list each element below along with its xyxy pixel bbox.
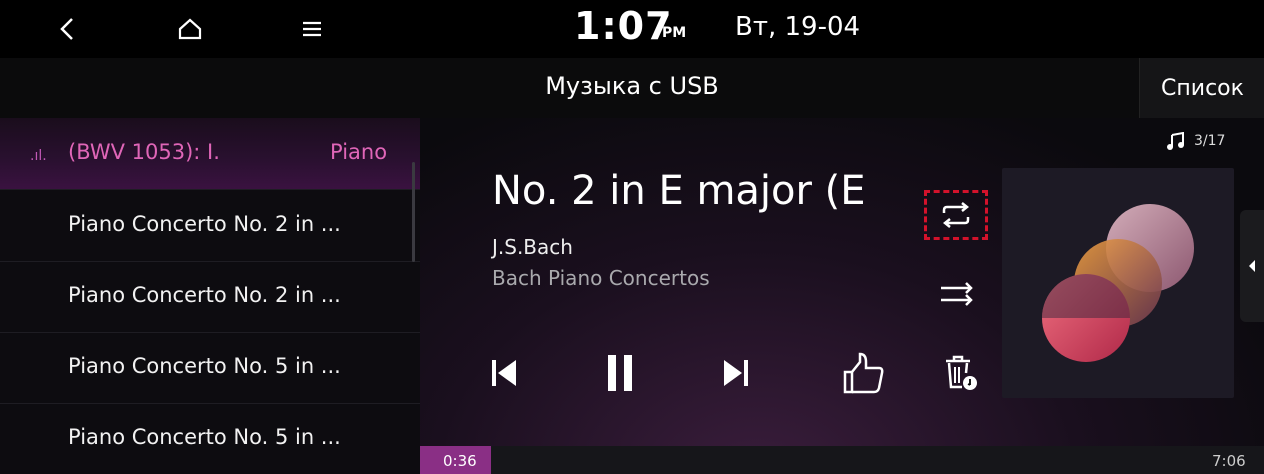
previous-button[interactable] — [474, 343, 534, 403]
playlist-item-label: Piano Concerto No. 5 in ... — [68, 354, 341, 378]
playlist-item-label: Piano Concerto No. 5 in ... — [68, 425, 341, 449]
playlist-item-label: Piano Concerto No. 2 in ... — [68, 283, 341, 307]
delete-icon — [946, 355, 977, 390]
like-button[interactable] — [834, 343, 894, 403]
side-panel-toggle[interactable] — [1240, 210, 1264, 322]
clock-ampm: PM — [662, 25, 687, 41]
repeat-icon — [942, 202, 970, 228]
back-icon[interactable] — [48, 12, 88, 46]
playlist-current-item[interactable]: .ıl. (BWV 1053): I. Piano — [0, 118, 420, 190]
album-name: Bach Piano Concertos — [492, 266, 710, 290]
list-button[interactable]: Список — [1139, 58, 1264, 118]
track-counter: 3/17 — [1166, 132, 1225, 150]
playlist-item[interactable]: Piano Concerto No. 2 in ... — [0, 190, 420, 262]
menu-icon[interactable] — [292, 12, 332, 46]
album-art — [1002, 168, 1234, 398]
playlist-item[interactable]: Piano Concerto No. 2 in ... — [0, 261, 420, 333]
pause-button[interactable] — [590, 343, 650, 403]
current-item-title: (BWV 1053): I. — [68, 140, 220, 164]
progress-bar[interactable] — [420, 446, 1264, 474]
date-display: Вт, 19-04 — [735, 12, 861, 42]
previous-icon — [492, 360, 516, 386]
pause-icon — [608, 355, 632, 391]
repeat-button[interactable] — [924, 190, 988, 240]
like-icon — [843, 352, 884, 394]
playlist-scrollbar[interactable] — [412, 162, 415, 262]
page-title: Музыка с USB — [545, 72, 719, 100]
playlist-item-label: Piano Concerto No. 2 in ... — [68, 212, 341, 236]
elapsed-time: 0:36 — [443, 452, 477, 470]
clock-time: 1:07 — [574, 4, 673, 48]
shuffle-button[interactable] — [932, 274, 982, 314]
music-note-icon — [1167, 132, 1184, 150]
track-counter-text: 3/17 — [1194, 133, 1226, 149]
equalizer-icon: .ıl. — [30, 148, 47, 164]
shuffle-icon — [941, 282, 973, 306]
current-item-suffix: Piano — [330, 140, 388, 164]
playlist-item[interactable]: Piano Concerto No. 5 in ... — [0, 403, 420, 474]
delete-button[interactable] — [930, 343, 990, 403]
home-icon[interactable] — [170, 12, 210, 46]
total-time: 7:06 — [1212, 452, 1246, 470]
song-title: No. 2 in E major (E — [492, 168, 866, 214]
artist-name: J.S.Bach — [492, 235, 573, 259]
playlist-item[interactable]: Piano Concerto No. 5 in ... — [0, 332, 420, 404]
playlist: .ıl. (BWV 1053): I. Piano Piano Concerto… — [0, 118, 420, 474]
next-button[interactable] — [706, 343, 766, 403]
chevron-left-icon — [1249, 260, 1255, 272]
next-icon — [724, 360, 748, 386]
